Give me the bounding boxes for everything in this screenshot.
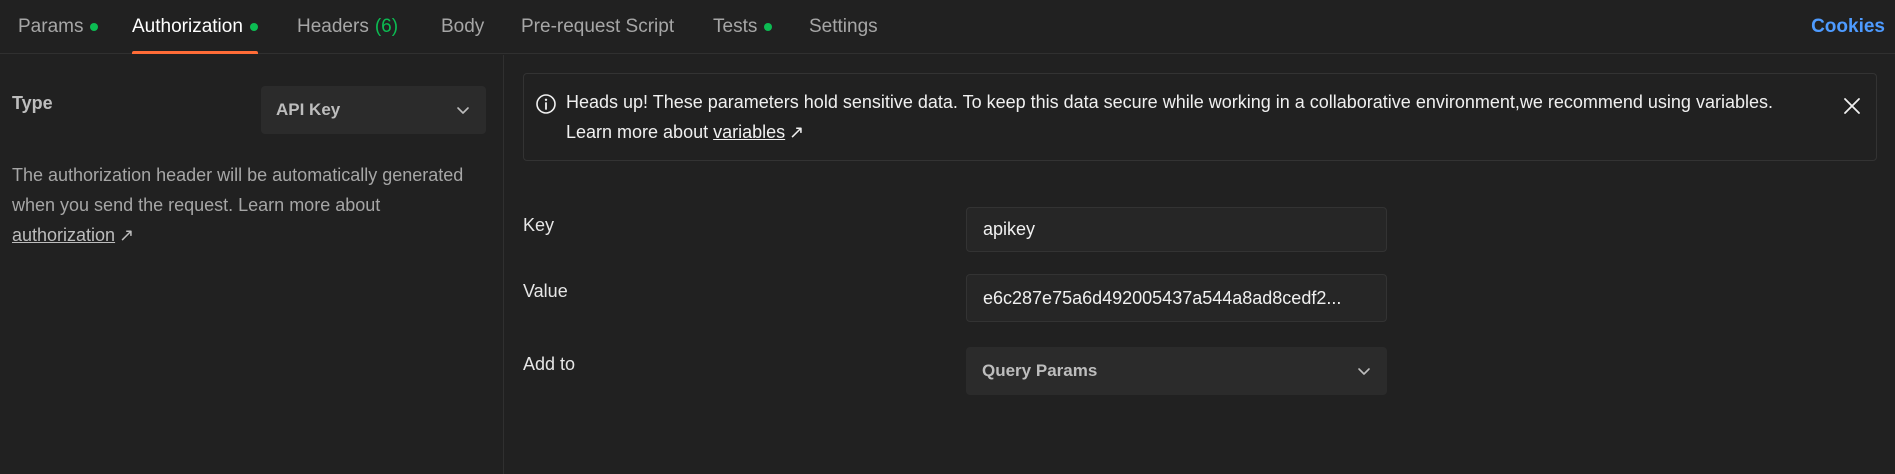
auth-description-text: The authorization header will be automat… [12,165,464,215]
tab-authorization[interactable]: Authorization [132,0,258,54]
close-icon[interactable] [1842,96,1862,116]
external-link-icon: ↗ [789,122,805,142]
key-input[interactable]: apikey [966,207,1387,252]
external-link-icon: ↗ [119,225,135,245]
auth-type-value: API Key [276,100,341,119]
auth-description: The authorization header will be automat… [12,160,472,250]
add-to-label: Add to [523,354,576,374]
banner-message: Heads up! These parameters hold sensitiv… [566,87,1806,147]
sensitive-data-banner: Heads up! These parameters hold sensitiv… [523,73,1877,161]
tab-headers-label: Headers [297,16,369,37]
variables-link[interactable]: variables [713,122,785,142]
tab-params-label: Params [18,16,84,37]
value-label: Value [523,281,568,301]
add-to-value: Query Params [982,361,1098,380]
key-label: Key [523,215,555,235]
tab-tests-label: Tests [713,16,758,37]
key-value: apikey [983,219,1036,239]
status-dot [249,23,258,31]
auth-type-select[interactable]: API Key [261,86,486,134]
tab-settings[interactable]: Settings [809,0,878,54]
info-icon [536,94,556,114]
auth-type-panel: Type API Key The authorization header wi… [0,55,504,474]
tab-authorization-label: Authorization [132,16,243,37]
tab-settings-label: Settings [809,16,878,37]
authorization-link[interactable]: authorization [12,225,115,245]
chevron-down-icon [1358,368,1370,375]
chevron-down-icon [457,107,469,114]
type-label: Type [12,93,53,113]
tab-body[interactable]: Body [441,0,484,54]
headers-count-badge: (6) [374,16,399,37]
add-to-select[interactable]: Query Params [966,347,1387,395]
tab-tests[interactable]: Tests [713,0,773,54]
tab-headers[interactable]: Headers (6) [297,0,398,54]
status-dot [90,23,99,31]
tab-pre-request-script[interactable]: Pre-request Script [521,0,674,54]
value-input[interactable]: e6c287e75a6d492005437a544a8ad8cedf2... [966,274,1387,322]
tab-params[interactable]: Params [18,0,99,54]
tab-pre-request-script-label: Pre-request Script [521,16,675,37]
request-tab-bar: Params Authorization Headers (6) Body Pr… [0,0,1895,54]
status-dot [764,23,773,31]
cookies-link[interactable]: Cookies [1811,0,1885,54]
tab-body-label: Body [441,16,485,37]
value-value: e6c287e75a6d492005437a544a8ad8cedf2... [983,287,1342,308]
